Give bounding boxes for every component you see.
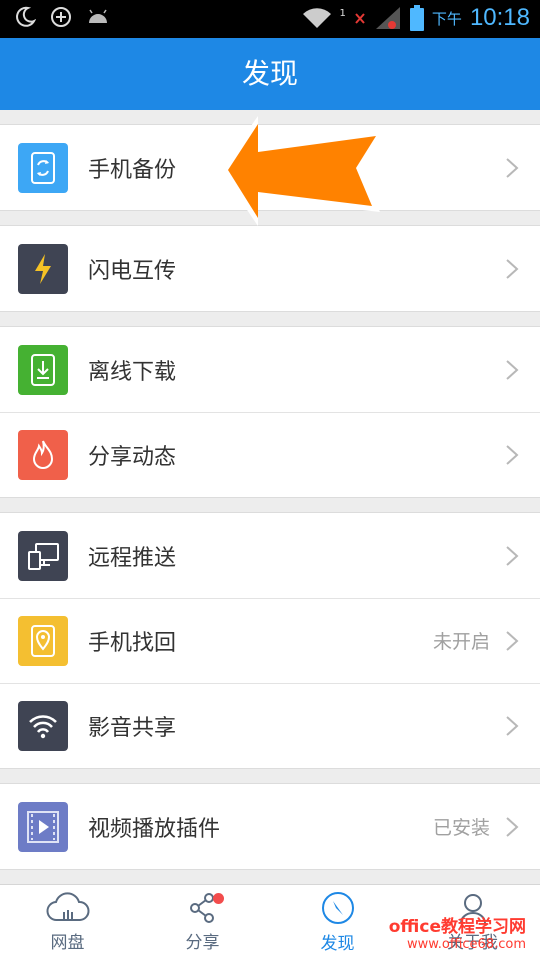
watermark-url: www.office68.com bbox=[407, 937, 526, 952]
tab-label: 分享 bbox=[185, 933, 220, 953]
list-item-offline-download[interactable]: 离线下载 bbox=[0, 327, 540, 412]
data-saver-icon bbox=[51, 7, 71, 27]
list-item-share-feed[interactable]: 分享动态 bbox=[0, 412, 540, 497]
tab-netdisk[interactable]: 网盘 bbox=[0, 885, 135, 960]
notif-count: 1 bbox=[339, 7, 346, 19]
remote-push-icon bbox=[18, 530, 68, 581]
chevron-right-icon bbox=[506, 359, 519, 380]
signal-icon bbox=[375, 7, 400, 29]
no-signal-x-icon bbox=[355, 13, 365, 24]
item-label: 影音共享 bbox=[88, 715, 177, 741]
wifi-icon bbox=[18, 700, 68, 751]
wifi-status-icon bbox=[302, 8, 331, 28]
item-label: 分享动态 bbox=[88, 444, 177, 470]
list-item-phone-locate[interactable]: 手机找回 未开启 bbox=[0, 598, 540, 683]
list-item-flash-transfer[interactable]: 闪电互传 bbox=[0, 226, 540, 311]
item-label: 手机找回 bbox=[88, 630, 177, 656]
compass-icon bbox=[321, 892, 354, 924]
android-icon bbox=[89, 9, 107, 23]
status-bar: 1 下午 10:18 bbox=[0, 0, 540, 38]
chevron-right-icon bbox=[506, 715, 519, 736]
phone-backup-icon bbox=[18, 142, 68, 193]
status-time: 10:18 bbox=[469, 4, 530, 31]
tab-label: 发现 bbox=[320, 934, 355, 954]
tab-label: 网盘 bbox=[50, 933, 85, 953]
item-label: 远程推送 bbox=[88, 545, 177, 571]
chevron-right-icon bbox=[506, 816, 519, 837]
tab-discover[interactable]: 发现 bbox=[270, 885, 405, 960]
video-player-icon bbox=[18, 801, 68, 852]
watermark-title: office教程学习网 bbox=[388, 917, 526, 937]
item-label: 视频播放插件 bbox=[88, 816, 221, 842]
list-item-media-share[interactable]: 影音共享 bbox=[0, 683, 540, 768]
battery-icon bbox=[409, 5, 424, 31]
group-download: 离线下载 分享动态 bbox=[0, 326, 540, 498]
page-title: 发现 bbox=[241, 57, 298, 90]
group-transfer: 闪电互传 bbox=[0, 225, 540, 312]
status-ampm: 下午 bbox=[431, 9, 462, 28]
page-header: 发现 bbox=[0, 38, 540, 110]
status-label: 已安装 bbox=[432, 817, 490, 839]
phone-locate-icon bbox=[18, 615, 68, 666]
item-label: 离线下载 bbox=[88, 359, 177, 385]
watermark: office教程学习网 www.office68.com bbox=[389, 912, 526, 952]
notification-badge bbox=[213, 893, 224, 904]
arrow-pointer-icon bbox=[220, 116, 384, 226]
item-label: 闪电互传 bbox=[88, 258, 177, 284]
moon-icon bbox=[16, 6, 36, 27]
chevron-right-icon bbox=[506, 157, 519, 178]
group-devices: 远程推送 手机找回 未开启 影音共享 bbox=[0, 512, 540, 769]
chevron-right-icon bbox=[506, 258, 519, 279]
tab-share[interactable]: 分享 bbox=[135, 885, 270, 960]
chevron-right-icon bbox=[506, 444, 519, 465]
flame-icon bbox=[18, 429, 68, 480]
cloud-icon bbox=[46, 892, 89, 922]
list-item-remote-push[interactable]: 远程推送 bbox=[0, 513, 540, 598]
chevron-right-icon bbox=[506, 545, 519, 566]
download-icon bbox=[18, 344, 68, 395]
lightning-icon bbox=[18, 243, 68, 294]
group-plugins: 视频播放插件 已安装 bbox=[0, 783, 540, 870]
chevron-right-icon bbox=[506, 630, 519, 651]
list-item-video-plugin[interactable]: 视频播放插件 已安装 bbox=[0, 784, 540, 869]
status-label: 未开启 bbox=[432, 631, 490, 653]
